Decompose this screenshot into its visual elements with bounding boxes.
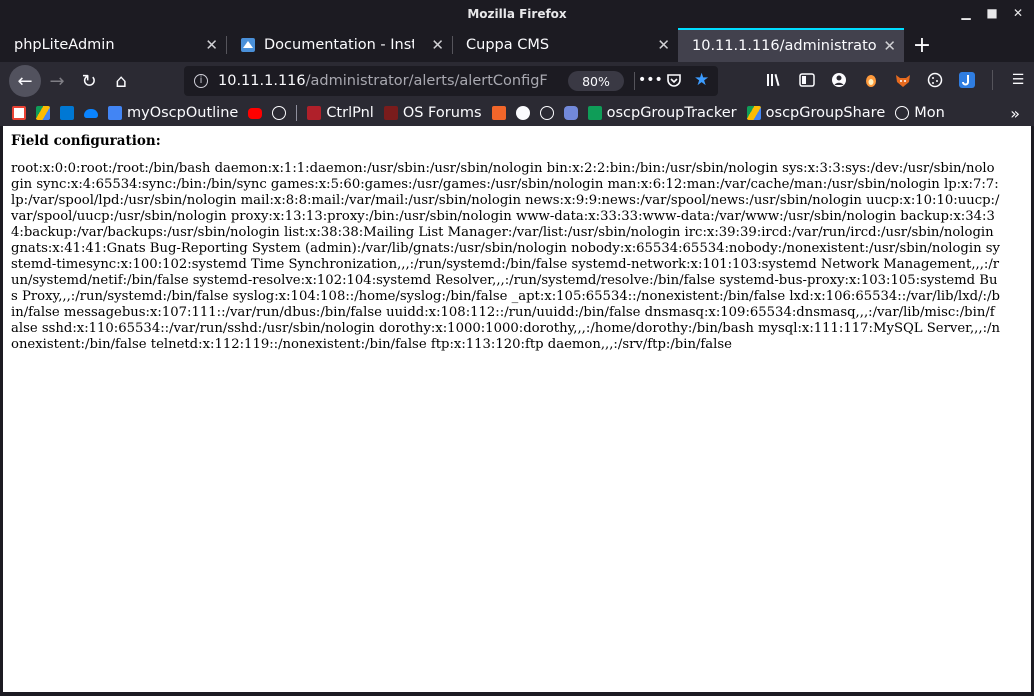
extension-fox-icon[interactable]: [894, 71, 912, 89]
bookmark-discord[interactable]: [563, 106, 578, 120]
tab-cuppa-cms[interactable]: Cuppa CMS ✕: [452, 28, 678, 62]
bookmark-oscpgrouptracker[interactable]: oscpGroupTracker: [587, 105, 737, 121]
extension-flame-icon[interactable]: [862, 71, 880, 89]
bookmark-drive[interactable]: [36, 106, 50, 120]
address-bar[interactable]: i 10.11.1.116/administrator/alerts/alert…: [184, 66, 718, 96]
bookmark-youtube[interactable]: [248, 107, 263, 119]
bookmark-star-icon[interactable]: ★: [694, 70, 709, 90]
hamburger-menu-icon[interactable]: ☰: [1009, 71, 1027, 89]
bookmark-github[interactable]: [515, 106, 530, 120]
url-text[interactable]: 10.11.1.116/administrator/alerts/alertCo…: [218, 73, 548, 89]
back-button[interactable]: ←: [9, 65, 41, 97]
forums-icon: [383, 106, 398, 120]
page-content: Field configuration: root:x:0:0:root:/ro…: [3, 126, 1031, 692]
toolbar-icons: ☰: [766, 70, 1027, 90]
extension-j-icon[interactable]: [958, 71, 976, 89]
tab-label: 10.11.1.116/administrator/alerts: [692, 38, 877, 54]
bookmark-label: oscpGroupTracker: [606, 105, 737, 121]
docs-icon: [108, 106, 122, 120]
window-controls: ▁ ■ ✕: [958, 6, 1026, 20]
close-window-icon[interactable]: ✕: [1010, 6, 1026, 20]
bookmark-mon[interactable]: Mon: [895, 105, 945, 121]
tab-bar: phpLiteAdmin ✕ Documentation - Installat…: [0, 28, 1034, 62]
globe-icon: [539, 106, 554, 120]
bookmarks-overflow-icon[interactable]: »: [1010, 104, 1020, 123]
bookmark-oscpgroupshare[interactable]: oscpGroupShare: [746, 105, 886, 121]
github-icon: [515, 106, 530, 120]
tab-current[interactable]: 10.11.1.116/administrator/alerts ✕: [678, 28, 904, 62]
cookie-icon[interactable]: [926, 71, 944, 89]
reload-button[interactable]: ↻: [73, 65, 105, 97]
globe-icon: [895, 106, 910, 120]
reload-icon: ↻: [81, 70, 97, 92]
home-button[interactable]: ⌂: [105, 65, 137, 97]
bookmark-myoscpoutline[interactable]: myOscpOutline: [108, 105, 238, 121]
bookmark-ctrlpnl[interactable]: CtrlPnl: [307, 105, 374, 121]
globe-icon: [272, 106, 287, 120]
outlook-icon: [60, 106, 74, 120]
gmail-icon: [12, 106, 26, 120]
site-info-icon[interactable]: i: [194, 74, 208, 88]
bookmark-label: CtrlPnl: [326, 105, 374, 121]
drive-icon: [36, 106, 50, 120]
bookmark-label: OS Forums: [402, 105, 482, 121]
pocket-icon[interactable]: [666, 72, 682, 92]
tab-label: Cuppa CMS: [466, 37, 550, 53]
tab-label: Documentation - Installation: [264, 37, 414, 53]
close-tab-icon[interactable]: ✕: [205, 36, 218, 54]
page-heading: Field configuration:: [11, 133, 161, 149]
account-icon[interactable]: [830, 71, 848, 89]
tab-label: phpLiteAdmin: [14, 37, 115, 53]
lightning-icon: [491, 106, 506, 120]
sidebar-icon[interactable]: [798, 71, 816, 89]
tab-documentation[interactable]: Documentation - Installation ✕: [226, 28, 452, 62]
navigation-toolbar: ← → ↻ ⌂ i 10.11.1.116/administrator/aler…: [0, 62, 1034, 100]
bookmark-globe[interactable]: [539, 106, 554, 120]
close-tab-icon[interactable]: ✕: [657, 36, 670, 54]
home-icon: ⌂: [115, 70, 127, 92]
window-title: Mozilla Firefox: [467, 7, 567, 21]
sheets-icon: [587, 106, 602, 120]
youtube-icon: [248, 107, 263, 119]
ctrlpnl-icon: [307, 106, 322, 120]
new-tab-button[interactable]: +: [904, 28, 940, 62]
maximize-icon[interactable]: ■: [984, 6, 1000, 20]
urlbar-divider: [634, 72, 635, 90]
forward-button[interactable]: →: [41, 65, 73, 97]
bookmark-os-forums[interactable]: OS Forums: [383, 105, 482, 121]
onedrive-icon: [84, 108, 98, 118]
window-titlebar: Mozilla Firefox ▁ ■ ✕: [0, 0, 1034, 28]
file-contents: root:x:0:0:root:/root:/bin/bash daemon:x…: [11, 161, 1000, 352]
bookmark-onedrive[interactable]: [84, 108, 98, 118]
bookmark-separator: [296, 105, 298, 121]
bookmark-globe[interactable]: [272, 106, 287, 120]
drive-icon: [746, 106, 761, 120]
library-icon[interactable]: [766, 71, 784, 89]
zoom-level[interactable]: 80%: [568, 71, 624, 91]
arrow-right-icon: →: [49, 70, 65, 92]
plus-icon: +: [912, 32, 932, 58]
bookmark-lightning[interactable]: [491, 106, 506, 120]
documentation-favicon-icon: [240, 37, 256, 53]
bookmark-gmail[interactable]: [12, 106, 26, 120]
close-tab-icon[interactable]: ✕: [883, 37, 896, 55]
toolbar-divider: [992, 70, 993, 90]
url-host: 10.11.1.116: [218, 73, 306, 89]
page-actions-icon[interactable]: •••: [638, 72, 663, 88]
bookmark-label: myOscpOutline: [127, 105, 239, 121]
bookmark-outlook[interactable]: [60, 106, 74, 120]
bookmark-label: oscpGroupShare: [765, 105, 886, 121]
tab-phpliteadmin[interactable]: phpLiteAdmin ✕: [0, 28, 226, 62]
bookmarks-toolbar: myOscpOutline CtrlPnl OS Forums oscpGrou…: [0, 100, 1034, 126]
minimize-icon[interactable]: ▁: [958, 6, 974, 20]
bookmark-label: Mon: [914, 105, 945, 121]
arrow-left-icon: ←: [17, 70, 33, 92]
close-tab-icon[interactable]: ✕: [431, 36, 444, 54]
url-path: /administrator/alerts/alertConfigFiel: [305, 73, 548, 89]
discord-icon: [563, 106, 578, 120]
